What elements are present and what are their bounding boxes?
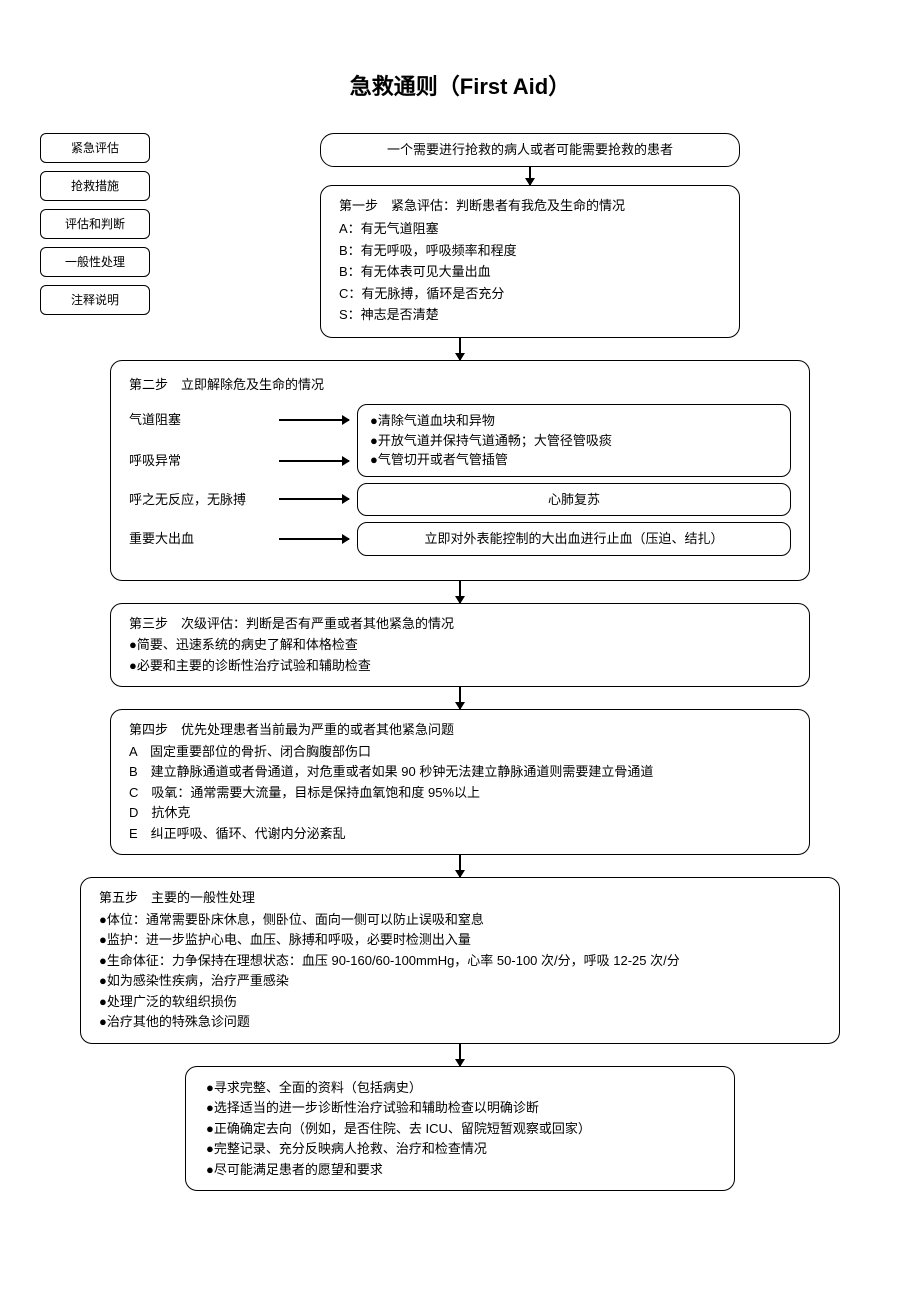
step5-line: ●生命体征：力争保持在理想状态：血压 90-160/60-100mmHg，心率 … (99, 951, 821, 971)
arrow-right-icon (279, 419, 349, 421)
arrow-down-icon (459, 687, 461, 709)
legend-item: 注释说明 (40, 285, 150, 315)
step1-line: C：有无脉搏，循环是否充分 (339, 284, 721, 304)
step4-header: 第四步 优先处理患者当前最为严重的或者其他紧急问题 (129, 720, 791, 740)
step3-line: ●必要和主要的诊断性治疗试验和辅助检查 (129, 656, 791, 676)
step5-header: 第五步 主要的一般性处理 (99, 888, 821, 908)
step4-line: D 抗休克 (129, 803, 791, 823)
step1-line: B：有无体表可见大量出血 (339, 262, 721, 282)
step1-line: A：有无气道阻塞 (339, 219, 721, 239)
step2-header: 第二步 立即解除危及生命的情况 (129, 375, 791, 395)
arrow-down-icon (459, 338, 461, 360)
step5-line: ●体位：通常需要卧床休息，侧卧位、面向一侧可以防止误吸和窒息 (99, 910, 821, 930)
step2-label: 呼吸异常 (129, 451, 279, 471)
step4-line: E 纠正呼吸、循环、代谢内分泌紊乱 (129, 824, 791, 844)
step5-line: ●监护：进一步监护心电、血压、脉搏和呼吸，必要时检测出入量 (99, 930, 821, 950)
step2-box: 第二步 立即解除危及生命的情况 气道阻塞 呼吸异常 ●清除气道血块和异物 ●开放… (110, 360, 810, 581)
step4-line: A 固定重要部位的骨折、闭合胸腹部伤口 (129, 742, 791, 762)
step6-box: ●寻求完整、全面的资料（包括病史） ●选择适当的进一步诊断性治疗试验和辅助检查以… (185, 1066, 735, 1192)
step5-line: ●治疗其他的特殊急诊问题 (99, 1012, 821, 1032)
step2-label: 呼之无反应，无脉搏 (129, 490, 279, 510)
step2-target-bleed: 立即对外表能控制的大出血进行止血（压迫、结扎） (357, 522, 791, 556)
step3-line: ●简要、迅速系统的病史了解和体格检查 (129, 635, 791, 655)
page-title: 急救通则（First Aid） (40, 70, 880, 103)
step6-line: ●完整记录、充分反映病人抢救、治疗和检查情况 (206, 1139, 714, 1159)
legend-item: 一般性处理 (40, 247, 150, 277)
step3-box: 第三步 次级评估：判断是否有严重或者其他紧急的情况 ●简要、迅速系统的病史了解和… (110, 603, 810, 688)
arrow-right-icon (279, 460, 349, 462)
step3-header: 第三步 次级评估：判断是否有严重或者其他紧急的情况 (129, 614, 791, 634)
arrow-down-icon (529, 167, 531, 185)
step2-target-airway: ●清除气道血块和异物 ●开放气道并保持气道通畅；大管径管吸痰 ●气管切开或者气管… (357, 404, 791, 477)
step5-line: ●如为感染性疾病，治疗严重感染 (99, 971, 821, 991)
step1-line: S：神志是否清楚 (339, 305, 721, 325)
top-row: 紧急评估 抢救措施 评估和判断 一般性处理 注释说明 一个需要进行抢救的病人或者… (40, 133, 880, 338)
step6-line: ●正确确定去向（例如，是否住院、去 ICU、留院短暂观察或回家） (206, 1119, 714, 1139)
target-line: ●清除气道血块和异物 (370, 411, 778, 431)
step4-line: B 建立静脉通道或者骨通道，对危重或者如果 90 秒钟无法建立静脉通道则需要建立… (129, 762, 791, 782)
target-line: ●气管切开或者气管插管 (370, 450, 778, 470)
legend-item: 紧急评估 (40, 133, 150, 163)
step1-line: B：有无呼吸，呼吸频率和程度 (339, 241, 721, 261)
target-line: ●开放气道并保持气道通畅；大管径管吸痰 (370, 431, 778, 451)
step1-header: 第一步 紧急评估：判断患者有我危及生命的情况 (339, 196, 721, 216)
step6-line: ●寻求完整、全面的资料（包括病史） (206, 1078, 714, 1098)
arrow-right-icon (279, 538, 349, 540)
step6-line: ●尽可能满足患者的愿望和要求 (206, 1160, 714, 1180)
start-box: 一个需要进行抢救的病人或者可能需要抢救的患者 (320, 133, 740, 167)
flow-start-col: 一个需要进行抢救的病人或者可能需要抢救的患者 第一步 紧急评估：判断患者有我危及… (180, 133, 880, 338)
step1-box: 第一步 紧急评估：判断患者有我危及生命的情况 A：有无气道阻塞 B：有无呼吸，呼… (320, 185, 740, 338)
step2-target-cpr: 心肺复苏 (357, 483, 791, 517)
legend-item: 评估和判断 (40, 209, 150, 239)
legend: 紧急评估 抢救措施 评估和判断 一般性处理 注释说明 (40, 133, 150, 315)
arrow-down-icon (459, 855, 461, 877)
arrow-right-icon (279, 498, 349, 500)
step5-line: ●处理广泛的软组织损伤 (99, 992, 821, 1012)
step5-box: 第五步 主要的一般性处理 ●体位：通常需要卧床休息，侧卧位、面向一侧可以防止误吸… (80, 877, 840, 1044)
step4-line: C 吸氧：通常需要大流量，目标是保持血氧饱和度 95%以上 (129, 783, 791, 803)
legend-item: 抢救措施 (40, 171, 150, 201)
arrow-down-icon (459, 581, 461, 603)
step4-box: 第四步 优先处理患者当前最为严重的或者其他紧急问题 A 固定重要部位的骨折、闭合… (110, 709, 810, 855)
step6-line: ●选择适当的进一步诊断性治疗试验和辅助检查以明确诊断 (206, 1098, 714, 1118)
step2-label: 气道阻塞 (129, 410, 279, 430)
arrow-down-icon (459, 1044, 461, 1066)
step2-label: 重要大出血 (129, 529, 279, 549)
